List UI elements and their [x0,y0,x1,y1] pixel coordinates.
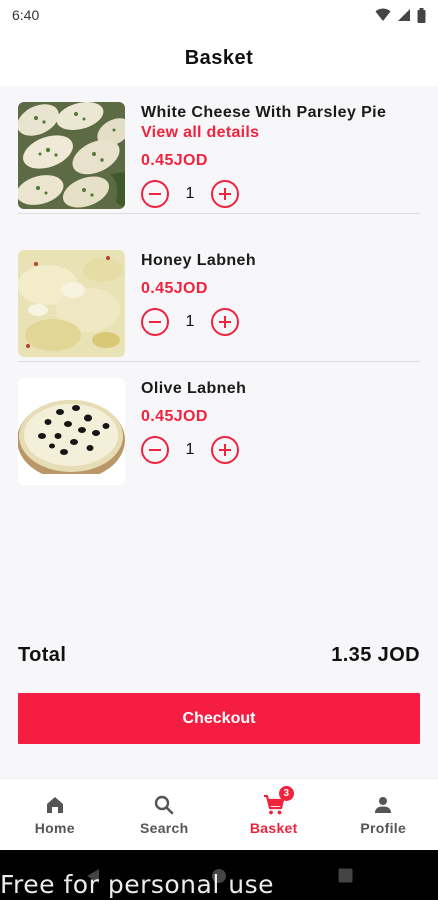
basket-item: Olive Labneh 0.45JOD 1 [18,362,420,490]
basket-item: White Cheese With Parsley Pie View all d… [18,86,420,214]
nav-label-basket: Basket [249,820,298,836]
increase-quantity-button[interactable] [211,308,239,336]
wifi-icon [375,8,391,21]
home-icon [46,797,63,813]
quantity-stepper: 1 [141,180,239,208]
honey-labneh-image[interactable] [18,250,125,357]
item-price: 0.45JOD [141,280,208,297]
status-time: 6:40 [12,7,40,23]
quantity-stepper: 1 [141,308,239,336]
view-details-link[interactable]: View all details [141,124,259,142]
decrease-quantity-button[interactable] [141,436,169,464]
item-name: White Cheese With Parsley Pie [141,104,387,121]
status-bar: 6:40 [0,0,438,30]
item-name: Honey Labneh [141,252,257,269]
minus-icon [149,321,161,323]
olive-labneh-image[interactable] [18,378,125,485]
cart-count-badge: 3 [278,786,294,801]
page-title: Basket [184,46,254,69]
search-icon [155,795,174,815]
quantity-value: 1 [185,313,195,330]
increase-quantity-button[interactable] [211,180,239,208]
quantity-stepper: 1 [141,436,239,464]
item-price: 0.45JOD [141,408,208,425]
app-header: Basket [0,30,438,86]
item-price: 0.45JOD [141,152,208,169]
nav-item-profile[interactable]: Profile [329,779,438,850]
nav-label-home: Home [34,820,75,836]
plus-icon [219,316,231,328]
watermark-text: Free for personal use [0,870,274,899]
checkout-button[interactable]: Checkout [18,693,420,744]
total-amount: 1.35 JOD [331,643,420,666]
signal-icon [398,9,410,21]
decrease-quantity-button[interactable] [141,308,169,336]
nav-item-home[interactable]: Home [0,779,110,850]
nav-item-search[interactable]: Search [110,779,220,850]
nav-item-basket[interactable]: 3 Basket [219,779,329,850]
total-row: Total 1.35 JOD [18,640,420,670]
total-label: Total [18,643,67,666]
quantity-value: 1 [185,185,195,202]
recents-square-icon[interactable] [338,868,353,883]
item-name: Olive Labneh [141,380,247,397]
plus-icon [219,188,231,200]
plus-icon [219,444,231,456]
decrease-quantity-button[interactable] [141,180,169,208]
nav-label-profile: Profile [360,820,407,836]
battery-icon [417,7,426,23]
minus-icon [149,449,161,451]
cart-icon-wrapper: 3 [262,786,294,817]
basket-item: Honey Labneh 0.45JOD 1 [18,234,420,362]
nav-label-search: Search [140,820,189,836]
increase-quantity-button[interactable] [211,436,239,464]
quantity-value: 1 [185,441,195,458]
person-icon [375,797,392,813]
minus-icon [149,193,161,195]
parsley-pie-image[interactable] [18,102,125,209]
bottom-nav: Home Search 3 Basket Profile [0,778,438,850]
status-icons [375,7,426,23]
